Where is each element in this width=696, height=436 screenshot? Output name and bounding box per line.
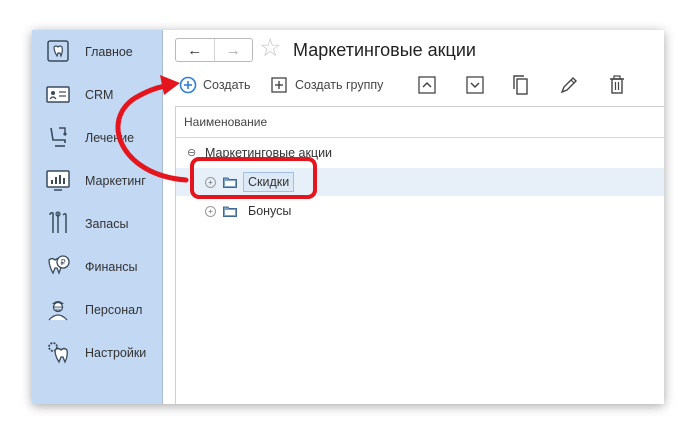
tree-row-bonuses[interactable]: + Бонусы: [176, 197, 664, 225]
sidebar-item-label: Финансы: [85, 260, 138, 274]
back-button[interactable]: ←: [176, 39, 214, 61]
sidebar-item-staff[interactable]: Персонал: [32, 290, 162, 330]
sidebar-item-label: Лечение: [85, 131, 135, 145]
staff-doctor-icon: [48, 301, 68, 321]
sidebar-item-home[interactable]: Главное: [32, 32, 162, 72]
delete-button[interactable]: [605, 74, 629, 96]
settings-tooth-icon: [48, 342, 68, 364]
sidebar-item-marketing[interactable]: Маркетинг: [32, 161, 162, 201]
move-down-button[interactable]: [463, 74, 487, 96]
folder-icon: [223, 206, 237, 217]
create-button-label: Создать: [203, 78, 251, 92]
create-group-button-label: Создать группу: [295, 78, 384, 92]
edit-button[interactable]: [557, 74, 581, 96]
forward-button[interactable]: →: [213, 39, 253, 61]
main-panel: ← → ☆ Маркетинговые акции Создать Создат…: [163, 30, 664, 404]
sidebar-item-label: Персонал: [85, 303, 143, 317]
sidebar-item-label: Маркетинг: [85, 174, 146, 188]
finance-tooth-icon: ₽: [48, 255, 70, 275]
sidebar: Главное CRM Лечение Маркетинг Запасы ₽ Ф…: [32, 30, 163, 404]
create-button[interactable]: Создать: [179, 74, 251, 96]
sidebar-item-treatment[interactable]: Лечение: [32, 118, 162, 158]
sidebar-item-label: Настройки: [85, 346, 147, 360]
sidebar-item-settings[interactable]: Настройки: [32, 333, 162, 373]
tree-row-label: Бонусы: [248, 204, 292, 218]
page-title: Маркетинговые акции: [293, 40, 476, 60]
crm-card-icon: [46, 86, 70, 103]
expand-icon[interactable]: +: [205, 206, 216, 217]
home-tooth-icon: [47, 40, 69, 62]
plus-circle-icon: [179, 76, 197, 94]
dental-chair-icon: [50, 127, 67, 147]
marketing-chart-icon: [46, 170, 70, 191]
copy-button[interactable]: [508, 74, 532, 96]
create-group-button[interactable]: Создать группу: [271, 74, 383, 96]
history-nav: ← →: [175, 38, 253, 62]
sidebar-item-label: Главное: [85, 45, 133, 59]
plus-square-icon: [271, 77, 287, 93]
promotions-list: Наименование ⊖ Маркетинговые акции + Ски…: [175, 106, 664, 404]
sidebar-item-label: CRM: [85, 88, 114, 102]
move-up-button[interactable]: [415, 74, 439, 96]
favorite-star-icon[interactable]: ☆: [259, 35, 281, 61]
collapse-icon[interactable]: ⊖: [187, 148, 196, 159]
sidebar-item-stock[interactable]: Запасы: [32, 204, 162, 244]
trash-icon: [610, 75, 624, 94]
pencil-icon: [560, 77, 577, 94]
highlight-box: [190, 157, 317, 199]
dental-tools-icon: [49, 211, 67, 233]
app-window: Главное CRM Лечение Маркетинг Запасы ₽ Ф…: [32, 30, 664, 404]
chevron-down-icon: [466, 76, 484, 94]
sidebar-item-label: Запасы: [85, 217, 129, 231]
sidebar-item-crm[interactable]: CRM: [32, 75, 162, 115]
sidebar-item-finance[interactable]: ₽ Финансы: [32, 247, 162, 287]
copy-icon: [513, 75, 528, 95]
column-header-name[interactable]: Наименование: [176, 107, 664, 138]
svg-text:₽: ₽: [61, 258, 66, 267]
chevron-up-icon: [418, 76, 436, 94]
